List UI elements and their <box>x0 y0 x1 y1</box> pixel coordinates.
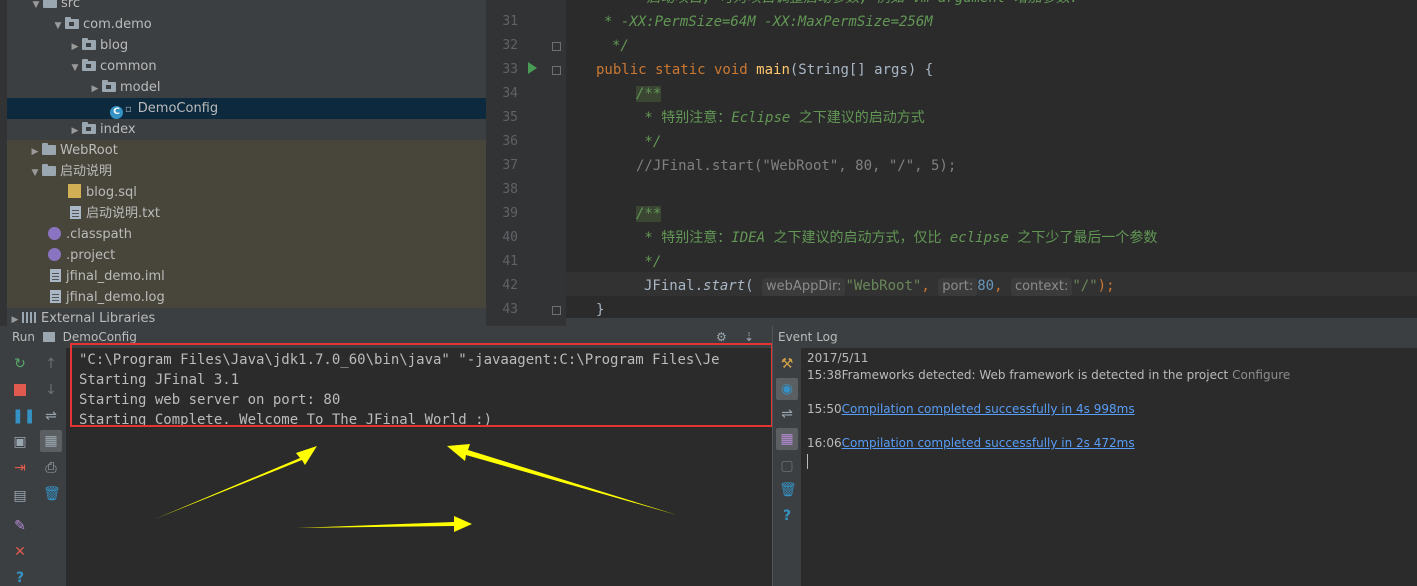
event-time: 15:50 <box>807 402 842 416</box>
code-text: , <box>994 278 1003 294</box>
annotation-arrow <box>297 516 472 532</box>
text-cursor <box>807 454 808 469</box>
parameter-hint: webAppDir: <box>762 278 846 296</box>
help-icon[interactable]: ? <box>779 508 795 524</box>
event-date: 2017/5/11 <box>807 351 869 365</box>
clear-all-icon[interactable]: 🗑 <box>779 482 797 498</box>
event-time: 16:06 <box>807 436 842 450</box>
doc-comment: 之下建议的启动方式，仅比 <box>765 230 950 246</box>
string-literal: "/" <box>1072 278 1098 294</box>
event-log-panel: Event Log ⚒ ◉ ⇌ ▦ ▢ 🗑 ? 2017/5/11 15:38F… <box>772 326 1417 586</box>
mark-read-icon[interactable]: ◉ <box>776 378 798 400</box>
compilation-link[interactable]: Compilation completed successfully in 4s… <box>842 402 1135 416</box>
code-text: (String[] args) { <box>789 62 934 78</box>
event-log-title: Event Log <box>778 330 838 344</box>
event-entry: 15:38Frameworks detected: Web framework … <box>807 368 1290 382</box>
code-text: ); <box>1097 278 1115 294</box>
parameter-hint: context: <box>1010 278 1073 296</box>
doc-comment: 之下少了最后一个参数 <box>1008 230 1158 246</box>
event-log-toolbar: ⚒ ◉ ⇌ ▦ ▢ 🗑 ? <box>773 348 801 586</box>
event-entry: 15:50Compilation completed successfully … <box>807 402 1135 416</box>
event-entry: 16:06Compilation completed successfully … <box>807 436 1135 450</box>
string-literal: "WebRoot" <box>845 278 922 294</box>
scroll-to-end-icon[interactable]: ▦ <box>776 428 798 450</box>
doc-comment: eclipse <box>949 230 1009 246</box>
annotation-arrow <box>447 444 677 515</box>
configure-link[interactable]: Configure <box>1232 368 1290 382</box>
parameter-hint: port: <box>938 278 978 296</box>
print-icon[interactable]: ▢ <box>779 458 795 474</box>
event-text: Frameworks detected: Web framework is de… <box>841 368 1229 382</box>
doc-comment: 之下建议的启动方式 <box>790 110 925 126</box>
code-text: , <box>921 278 930 294</box>
event-time: 15:38 <box>807 368 842 382</box>
soft-wrap-icon[interactable]: ⇌ <box>779 406 795 422</box>
event-log-header: Event Log <box>773 326 1417 348</box>
annotation-arrows <box>155 444 677 532</box>
settings-icon[interactable]: ⚒ <box>779 356 795 372</box>
number-literal: 80 <box>977 278 995 294</box>
compilation-link[interactable]: Compilation completed successfully in 2s… <box>842 436 1135 450</box>
annotation-arrow <box>155 446 317 519</box>
